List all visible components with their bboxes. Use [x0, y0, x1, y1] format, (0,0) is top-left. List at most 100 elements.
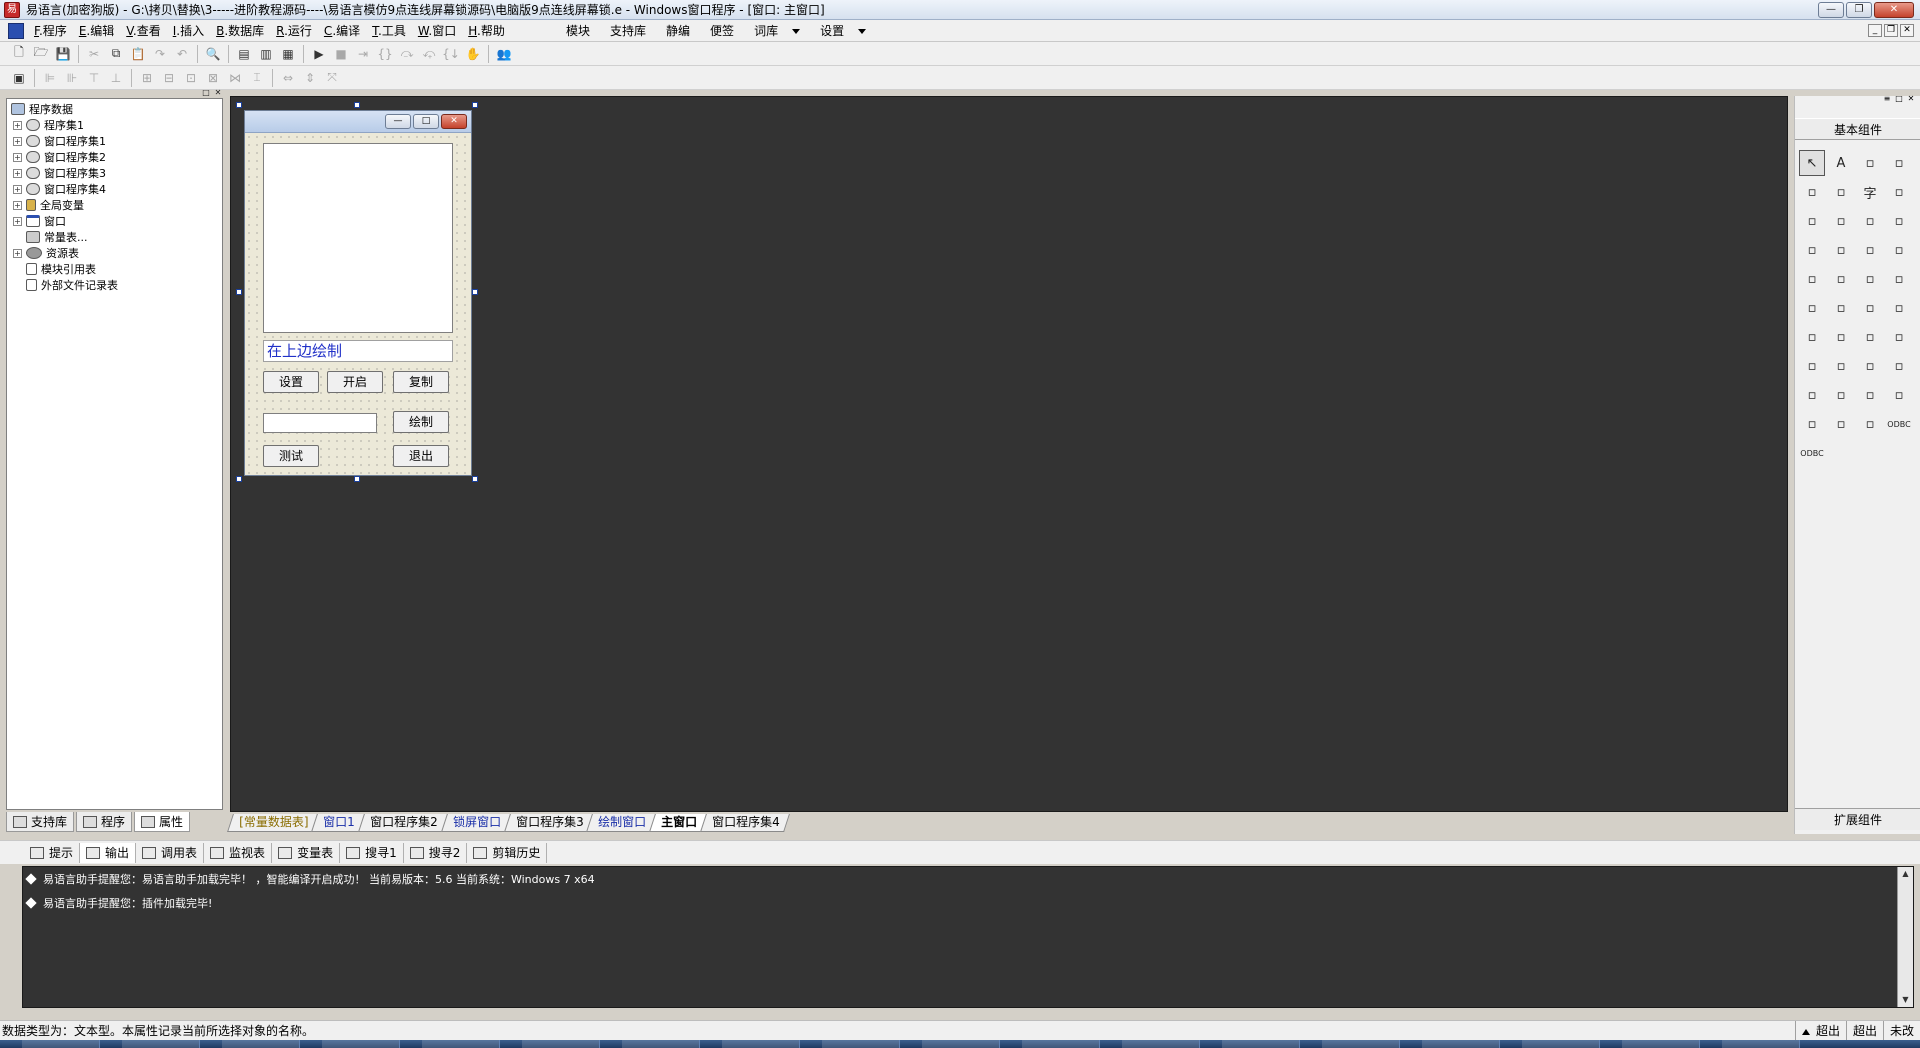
- taskbar-item[interactable]: [1322, 1040, 1400, 1048]
- menu-extra-item[interactable]: 设置: [810, 20, 876, 42]
- scroll-down-icon[interactable]: ▼: [1898, 993, 1913, 1007]
- design-form-main-window[interactable]: — □ ✕ 在上边绘制 设置 开启 复制 绘制 测试 退出: [244, 110, 472, 476]
- output-tab[interactable]: 监视表: [204, 842, 273, 863]
- copy-icon[interactable]: ⧉: [107, 45, 125, 63]
- grid-icon[interactable]: ▫: [1799, 237, 1825, 263]
- db2-icon[interactable]: ▫: [1828, 382, 1854, 408]
- db-link-icon[interactable]: ▫: [1857, 353, 1883, 379]
- menu-extra-item[interactable]: 便签: [700, 20, 744, 42]
- mdi-close-button[interactable]: ✕: [1900, 24, 1914, 37]
- align-top-icon[interactable]: ⊤: [85, 69, 103, 87]
- find-icon[interactable]: 🔍: [204, 45, 222, 63]
- frame-icon[interactable]: ▫: [1828, 179, 1854, 205]
- helper-icon[interactable]: 👥: [495, 45, 513, 63]
- resize-handle[interactable]: [236, 289, 242, 295]
- taskbar-item[interactable]: [1422, 1040, 1500, 1048]
- step-icon[interactable]: ⇥: [354, 45, 372, 63]
- list-icon[interactable]: ▫: [1886, 382, 1912, 408]
- timer-icon[interactable]: ▫: [1799, 353, 1825, 379]
- taskbar-item[interactable]: [1022, 1040, 1100, 1048]
- resize-handle[interactable]: [236, 476, 242, 482]
- picture-icon[interactable]: ▫: [1857, 150, 1883, 176]
- drawing-canvas[interactable]: [263, 143, 453, 333]
- step-into-icon[interactable]: {}: [376, 45, 394, 63]
- data-icon[interactable]: ▫: [1799, 411, 1825, 437]
- tree-item[interactable]: + 窗口程序集1: [9, 133, 220, 149]
- tree-item[interactable]: + 程序集1: [9, 117, 220, 133]
- expand-icon[interactable]: +: [13, 184, 22, 194]
- tab-support-library[interactable]: 支持库: [6, 812, 75, 832]
- basic-components-header[interactable]: 基本组件: [1795, 118, 1920, 140]
- resize-handle[interactable]: [472, 102, 478, 108]
- document-tab[interactable]: [常量数据表]: [227, 814, 319, 832]
- output-tab[interactable]: 调用表: [136, 842, 205, 863]
- table-icon[interactable]: ▫: [1886, 324, 1912, 350]
- data2-icon[interactable]: ▫: [1828, 411, 1854, 437]
- align-bottom-icon[interactable]: ⊥: [107, 69, 125, 87]
- maximize-button[interactable]: ❐: [1846, 2, 1872, 18]
- dropdown-arrow-icon[interactable]: [792, 29, 801, 34]
- taskbar-item[interactable]: [222, 1040, 300, 1048]
- draw-button[interactable]: 绘制: [393, 411, 449, 433]
- scroll-up-icon[interactable]: ▲: [1898, 867, 1913, 881]
- document-tab[interactable]: 锁屏窗口: [440, 814, 511, 832]
- file-icon[interactable]: ▫: [1886, 295, 1912, 321]
- step-over-icon[interactable]: ⤼: [398, 45, 416, 63]
- extended-components-header[interactable]: 扩展组件: [1795, 808, 1920, 830]
- menu-extra-item[interactable]: 静编: [656, 20, 700, 42]
- space-h-icon[interactable]: ⊡: [182, 69, 200, 87]
- output-tab[interactable]: 搜寻1: [340, 842, 404, 863]
- taskbar-item[interactable]: [22, 1040, 100, 1048]
- stop-icon[interactable]: ■: [332, 45, 350, 63]
- resize-handle[interactable]: [354, 102, 360, 108]
- panel-restore-icon[interactable]: □: [1894, 94, 1904, 103]
- panel-restore-icon[interactable]: □: [201, 88, 211, 98]
- menu-b[interactable]: B.数据库: [210, 20, 270, 42]
- tree-item[interactable]: + 窗口程序集3: [9, 165, 220, 181]
- new-file-icon[interactable]: 🗋: [10, 45, 28, 63]
- tree-item[interactable]: + 资源表: [9, 245, 220, 261]
- odbc-icon[interactable]: ODBC: [1886, 411, 1912, 437]
- menu-c[interactable]: C.编译: [318, 20, 366, 42]
- edit-icon[interactable]: ▫: [1799, 179, 1825, 205]
- open-folder-icon[interactable]: 🗁: [32, 45, 50, 63]
- expand-icon[interactable]: +: [13, 120, 22, 130]
- same-size-icon[interactable]: ⤧: [323, 69, 341, 87]
- dropdown-arrow-icon[interactable]: [858, 29, 867, 34]
- output-tab[interactable]: 搜寻2: [404, 842, 468, 863]
- menu-e[interactable]: E.编辑: [73, 20, 120, 42]
- taskbar-item[interactable]: [622, 1040, 700, 1048]
- menu-extra-item[interactable]: 支持库: [600, 20, 656, 42]
- same-height-icon[interactable]: ⇕: [301, 69, 319, 87]
- taskbar-item[interactable]: [1722, 1040, 1800, 1048]
- expand-icon[interactable]: +: [13, 200, 22, 210]
- scrollbar-icon[interactable]: ▫: [1828, 237, 1854, 263]
- shape-icon[interactable]: ▫: [1886, 150, 1912, 176]
- start-button[interactable]: 开启: [327, 371, 383, 393]
- image-icon[interactable]: ▫: [1886, 266, 1912, 292]
- hand-icon[interactable]: ✋: [464, 45, 482, 63]
- listbox-icon[interactable]: ▫: [1857, 208, 1883, 234]
- resize-handle[interactable]: [472, 289, 478, 295]
- chart-icon[interactable]: ▫: [1857, 411, 1883, 437]
- tab-program[interactable]: 程序: [76, 812, 133, 832]
- ruler-icon[interactable]: ▫: [1886, 237, 1912, 263]
- mdi-restore-button[interactable]: ❐: [1884, 24, 1898, 37]
- settings-button[interactable]: 设置: [263, 371, 319, 393]
- radio-icon[interactable]: ▫: [1828, 208, 1854, 234]
- print-icon[interactable]: ▫: [1828, 353, 1854, 379]
- document-tab[interactable]: 窗口1: [311, 814, 365, 832]
- tab-icon[interactable]: ▫: [1857, 266, 1883, 292]
- tree-item[interactable]: + 窗口程序集4: [9, 181, 220, 197]
- odbc2-icon[interactable]: ODBC: [1799, 440, 1825, 466]
- taskbar-item[interactable]: [1222, 1040, 1300, 1048]
- taskbar-item[interactable]: [322, 1040, 400, 1048]
- text-icon[interactable]: 字: [1857, 179, 1883, 205]
- splitter-icon[interactable]: ▫: [1828, 266, 1854, 292]
- tree-item[interactable]: + 全局变量: [9, 197, 220, 213]
- db-link2-icon[interactable]: ▫: [1886, 353, 1912, 379]
- draw-hint-label[interactable]: 在上边绘制: [263, 340, 453, 362]
- menu-h[interactable]: H.帮助: [462, 20, 511, 42]
- taskbar-item[interactable]: [522, 1040, 600, 1048]
- tree-item[interactable]: 常量表...: [9, 229, 220, 245]
